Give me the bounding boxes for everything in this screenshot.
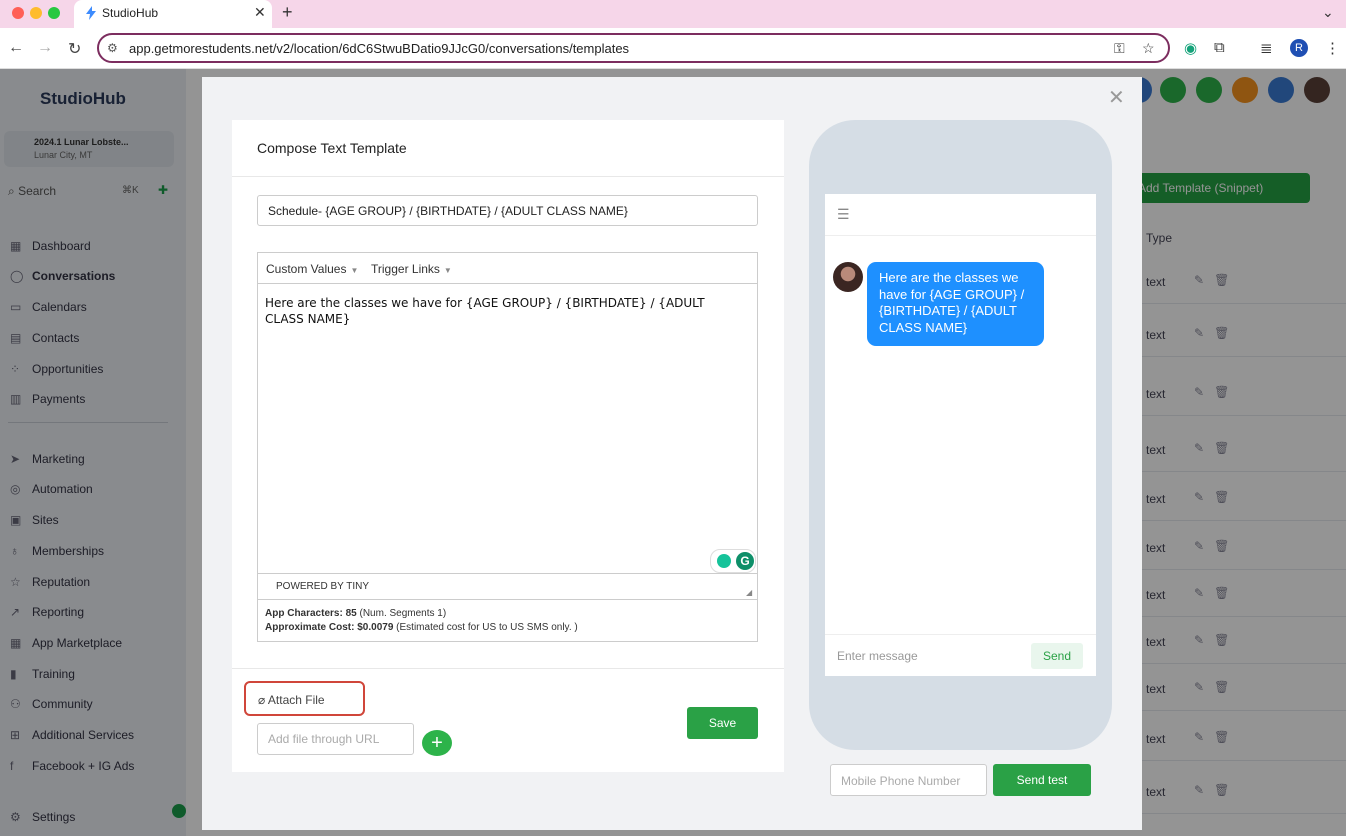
mobile-phone-input[interactable]: Mobile Phone Number: [830, 764, 987, 796]
powered-by-tiny[interactable]: POWERED BY TINY: [276, 581, 369, 592]
phone-preview: ☰ Here are the classes we have for {AGE …: [809, 120, 1112, 750]
message-editor: Custom Values ▼ Trigger Links ▼ Here are t…: [257, 252, 758, 642]
compose-panel: Compose Text Template Schedule- {AGE GRO…: [232, 120, 784, 772]
bookmark-star-icon[interactable]: ☆: [1142, 40, 1155, 57]
profile-avatar[interactable]: R: [1290, 39, 1308, 57]
preview-send-button[interactable]: Send: [1031, 643, 1083, 669]
hamburger-menu-icon: ☰: [837, 206, 850, 222]
file-url-input[interactable]: Add file through URL: [257, 723, 414, 755]
password-key-icon[interactable]: ⚿: [1114, 40, 1125, 57]
extensions-puzzle-icon[interactable]: ⧉: [1214, 39, 1225, 56]
address-bar[interactable]: ⚙ app.getmorestudents.net/v2/location/6d…: [97, 33, 1170, 63]
message-bubble: Here are the classes we have for {AGE GR…: [867, 262, 1044, 346]
back-icon[interactable]: ←: [8, 39, 24, 57]
sender-avatar: [833, 262, 863, 292]
save-button[interactable]: Save: [687, 707, 758, 739]
grammarly-suggestion-icon[interactable]: [717, 554, 731, 568]
paperclip-icon: ⌀: [258, 693, 266, 707]
url-text[interactable]: app.getmorestudents.net/v2/location/6dC6…: [129, 41, 629, 56]
caret-down-icon: ▼: [443, 266, 452, 275]
browser-toolbar: ← → ↻ ⚙ app.getmorestudents.net/v2/locat…: [0, 28, 1346, 69]
resize-handle-icon[interactable]: ◢: [746, 588, 752, 597]
preview-message-row: Enter message Send: [825, 634, 1096, 676]
maximize-window-dot[interactable]: [48, 7, 60, 19]
characters-line: App Characters: 85 (Num. Segments 1): [265, 608, 447, 619]
grammarly-logo-icon[interactable]: G: [736, 552, 754, 570]
browser-tab-strip: StudioHub ✕ + ⌄: [0, 0, 1346, 28]
minimize-window-dot[interactable]: [30, 7, 42, 19]
new-tab-icon[interactable]: +: [282, 2, 293, 23]
template-name-input[interactable]: Schedule- {AGE GROUP} / {BIRTHDATE} / {A…: [257, 195, 758, 226]
close-window-dot[interactable]: [12, 7, 24, 19]
phone-header: ☰: [825, 194, 1096, 236]
grammarly-widget[interactable]: G: [710, 549, 756, 573]
tab-search-chevron-icon[interactable]: ⌄: [1322, 4, 1334, 21]
editor-statusbar: POWERED BY TINY ◢: [258, 573, 757, 599]
browser-menu-icon[interactable]: ⋮: [1325, 39, 1340, 57]
divider: [232, 176, 784, 177]
forward-icon[interactable]: →: [37, 39, 53, 57]
reload-icon[interactable]: ↻: [68, 39, 81, 59]
compose-template-modal: ✕ Compose Text Template Schedule- {AGE G…: [202, 77, 1142, 830]
add-url-plus-icon[interactable]: +: [422, 730, 452, 756]
close-modal-icon[interactable]: ✕: [1108, 85, 1125, 110]
trigger-links-dropdown[interactable]: Trigger Links ▼: [371, 262, 452, 276]
phone-screen: ☰ Here are the classes we have for {AGE …: [825, 194, 1096, 676]
message-body-textarea[interactable]: Here are the classes we have for {AGE GR…: [265, 295, 745, 327]
preview-message-input[interactable]: Enter message: [837, 649, 918, 663]
custom-values-dropdown[interactable]: Custom Values ▼: [266, 262, 358, 276]
tab-title: StudioHub: [102, 6, 159, 20]
sms-cost-info: App Characters: 85 (Num. Segments 1) App…: [258, 599, 757, 641]
browser-tab[interactable]: StudioHub ✕: [74, 0, 272, 28]
send-test-button[interactable]: Send test: [993, 764, 1091, 796]
attach-file-button[interactable]: ⌀ Attach File: [258, 693, 325, 707]
site-settings-icon[interactable]: ⚙: [107, 41, 118, 55]
media-playlist-icon[interactable]: ≣: [1260, 39, 1273, 57]
cost-line: Approximate Cost: $0.0079 (Estimated cos…: [265, 622, 578, 633]
studiohub-favicon-icon: [86, 6, 96, 20]
tab-close-icon[interactable]: ✕: [254, 4, 266, 21]
editor-toolbar: Custom Values ▼ Trigger Links ▼: [258, 253, 757, 284]
divider: [232, 668, 784, 669]
caret-down-icon: ▼: [350, 266, 359, 275]
modal-title: Compose Text Template: [257, 140, 407, 156]
grammarly-extension-icon[interactable]: ◉: [1184, 39, 1197, 57]
